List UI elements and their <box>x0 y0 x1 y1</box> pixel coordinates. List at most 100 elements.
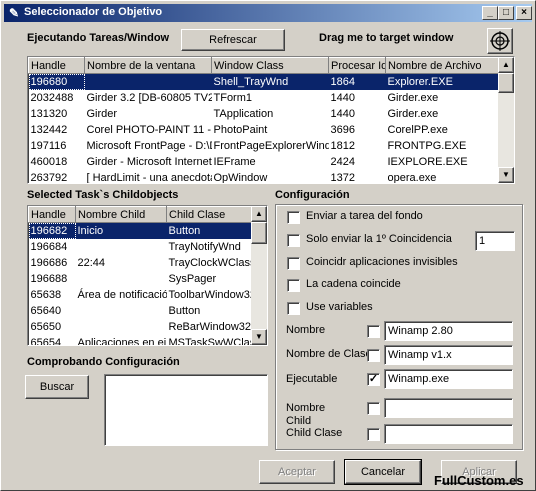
title-bar[interactable]: ✎ Seleccionador de Objetivo _ □ × <box>4 4 532 22</box>
table-row[interactable]: 197116 Microsoft FrontPage - D:\De FrontPa… <box>29 138 499 154</box>
field-label: Nombre Child <box>286 402 326 427</box>
table-row[interactable]: 132442 Corel PHOTO-PAINT 11 - Ir PhotoPain… <box>29 122 499 138</box>
table-cell <box>84 73 212 90</box>
search-button[interactable]: Buscar <box>25 375 89 399</box>
tasks-column-header[interactable]: Nombre de Archivo <box>385 57 499 74</box>
option-checkbox[interactable] <box>287 211 300 224</box>
table-cell: 263792 <box>30 171 68 184</box>
table-row[interactable]: 65640 Button <box>29 303 252 319</box>
table-row[interactable]: 196684 TrayNotifyWnd <box>29 239 252 255</box>
scroll-thumb[interactable] <box>498 73 514 93</box>
field-input[interactable]: Winamp.exe <box>384 369 513 389</box>
table-cell: 1812 <box>330 139 355 152</box>
tasks-column-header[interactable]: Procesar Id <box>328 57 386 74</box>
field-input[interactable] <box>384 398 513 418</box>
table-cell: ToolbarWindow32 <box>168 288 252 301</box>
field-checkbox[interactable] <box>367 349 380 362</box>
tasks-column-header[interactable]: Handle <box>28 57 85 74</box>
table-cell: IEXPLORE.EXE <box>387 155 468 168</box>
window-title: Seleccionador de Objetivo <box>24 6 163 18</box>
table-cell: Girder 3.2 [DB-60805 TV2E <box>86 91 212 104</box>
children-column-header[interactable]: Child Clase <box>166 206 252 223</box>
option-checkbox[interactable] <box>287 234 300 247</box>
table-cell: 460018 <box>30 155 68 168</box>
tasks-column-header[interactable]: Window Class <box>211 57 329 74</box>
table-cell: 1864 <box>328 73 386 90</box>
table-cell: 1440 <box>330 91 355 104</box>
table-cell: Girder <box>86 107 118 120</box>
tasks-list[interactable]: Handle Nombre de la ventana Window Class Pr… <box>27 56 515 184</box>
option-checkbox[interactable] <box>287 302 300 315</box>
table-row[interactable]: 460018 Girder - Microsoft Internet E IEFra… <box>29 154 499 170</box>
children-list[interactable]: Handle Nombre Child Child Clase 196682 Inic… <box>27 205 268 346</box>
refresh-button[interactable]: Refrescar <box>181 29 285 51</box>
table-row[interactable]: 196680 Shell_TrayWnd 1864 Explorer.EXE <box>28 73 499 90</box>
table-row[interactable]: 196688 SysPager <box>29 271 252 287</box>
table-cell: 132442 <box>30 123 68 136</box>
scroll-down-icon[interactable]: ▼ <box>251 329 267 345</box>
table-cell: Girder.exe <box>387 107 439 120</box>
close-button[interactable]: × <box>516 6 532 20</box>
table-cell: ReBarWindow32 <box>168 320 252 333</box>
tasks-scrollbar[interactable]: ▲ ▼ <box>498 57 514 183</box>
table-cell: FrontPageExplorerWindo <box>213 139 329 152</box>
scroll-up-icon[interactable]: ▲ <box>251 206 267 222</box>
table-cell: CorelPP.exe <box>387 123 448 136</box>
option-label: La cadena coincide <box>306 278 401 290</box>
table-cell: 196680 <box>28 73 85 90</box>
children-scrollbar[interactable]: ▲ ▼ <box>251 206 267 345</box>
table-row[interactable]: 263792 [ HardLimit - una anecdota OpWindow… <box>29 170 499 184</box>
table-cell: opera.exe <box>387 171 437 184</box>
children-heading: Selected Task`s Childobjects <box>27 189 179 201</box>
first-match-count-input[interactable]: 1 <box>475 231 515 251</box>
table-cell: 65638 <box>30 288 62 301</box>
field-input[interactable]: Winamp v1.x <box>384 345 513 365</box>
check-output-box[interactable] <box>104 374 268 446</box>
tasks-heading: Ejecutando Tareas/Window <box>27 32 170 44</box>
table-cell: OpWindow <box>213 171 268 184</box>
config-heading: Configuración <box>275 189 350 201</box>
check-heading: Comprobando Configuración <box>27 356 180 368</box>
table-cell: 3696 <box>330 123 355 136</box>
accept-button[interactable]: Aceptar <box>259 460 335 484</box>
field-label: Nombre de Clase <box>286 348 372 360</box>
scroll-down-icon[interactable]: ▼ <box>498 167 514 183</box>
table-row[interactable]: 196682 Inicio Button <box>28 222 252 239</box>
minimize-button[interactable]: _ <box>482 6 498 20</box>
table-cell: 196684 <box>30 240 68 253</box>
table-row[interactable]: 2032488 Girder 3.2 [DB-60805 TV2E TForm1 14… <box>29 90 499 106</box>
field-checkbox[interactable] <box>367 325 380 338</box>
field-input[interactable]: Winamp 2.80 <box>384 321 513 341</box>
children-column-header[interactable]: Nombre Child <box>75 206 167 223</box>
option-label: Enviar a tarea del fondo <box>306 210 423 222</box>
table-cell: 196682 <box>28 222 76 239</box>
field-checkbox[interactable] <box>367 428 380 441</box>
table-row[interactable]: 131320 Girder TApplication 1440 Girder.exe <box>29 106 499 122</box>
table-cell: Área de notificación <box>77 288 167 301</box>
option-checkbox[interactable] <box>287 257 300 270</box>
scroll-up-icon[interactable]: ▲ <box>498 57 514 73</box>
field-input[interactable] <box>384 424 513 444</box>
table-row[interactable]: 65638 Área de notificación ToolbarWindow32 <box>29 287 252 303</box>
scroll-thumb[interactable] <box>251 222 267 244</box>
option-checkbox[interactable] <box>287 279 300 292</box>
crosshair-target-icon[interactable] <box>487 28 513 54</box>
maximize-button[interactable]: □ <box>498 6 514 20</box>
table-cell: 196688 <box>30 272 68 285</box>
table-row[interactable]: 65650 ReBarWindow32 <box>29 319 252 335</box>
option-label: Coincidr aplicaciones invisibles <box>306 256 458 268</box>
tasks-column-header[interactable]: Nombre de la ventana <box>84 57 212 74</box>
cancel-button[interactable]: Cancelar <box>344 459 422 485</box>
field-checkbox[interactable]: ✓ <box>367 373 380 386</box>
app-icon: ✎ <box>8 6 20 20</box>
table-row[interactable]: 196686 22:44 TrayClockWClass <box>29 255 252 271</box>
table-row[interactable]: 65654 Aplicaciones en ejMSTaskSwWClass <box>29 335 252 346</box>
field-checkbox[interactable] <box>367 402 380 415</box>
table-cell: Aplicaciones en ej <box>77 336 167 346</box>
target-selector-window: ✎ Seleccionador de Objetivo _ □ × Ejecut… <box>0 0 536 491</box>
table-cell: 131320 <box>30 107 68 120</box>
children-column-header[interactable]: Handle <box>28 206 76 223</box>
table-cell: 1372 <box>330 171 355 184</box>
table-cell: 2032488 <box>30 91 74 104</box>
option-label: Solo enviar la 1º Coincidencia <box>306 233 452 245</box>
